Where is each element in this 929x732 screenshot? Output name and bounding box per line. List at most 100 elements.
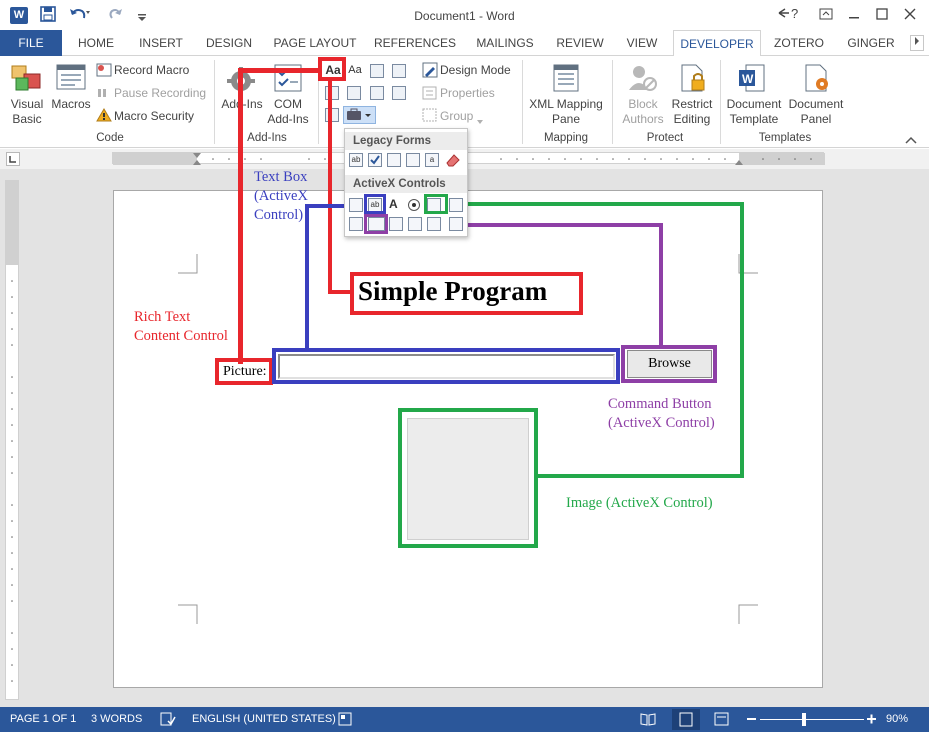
com-addins-button[interactable]: COM Add-Ins — [262, 97, 314, 127]
macro-recording-icon[interactable] — [338, 712, 354, 726]
macro-security-warning-icon[interactable] — [96, 108, 112, 122]
margin-corner-marker — [738, 604, 758, 624]
activex-more-controls-icon[interactable] — [449, 217, 463, 231]
reset-form-fields-eraser-icon[interactable] — [445, 153, 461, 167]
tab-references[interactable]: REFERENCES — [372, 30, 458, 56]
page-count-status[interactable]: PAGE 1 OF 1 — [10, 713, 76, 725]
document-panel-icon[interactable] — [800, 62, 832, 94]
design-mode-button[interactable]: Design Mode — [440, 63, 511, 77]
activex-option-button-icon[interactable] — [408, 199, 420, 211]
xml-mapping-pane-button[interactable]: XML Mapping Pane — [526, 97, 606, 127]
zoom-slider-track[interactable] — [760, 719, 864, 720]
activex-scroll-bar-icon[interactable] — [427, 217, 441, 231]
language-status[interactable]: ENGLISH (UNITED STATES) — [192, 713, 336, 725]
blue-connector-line — [305, 204, 309, 352]
tab-review[interactable]: REVIEW — [552, 30, 608, 56]
record-macro-icon[interactable] — [96, 62, 112, 78]
command-button-highlight-box — [621, 345, 717, 383]
tab-ginger[interactable]: GINGER — [842, 30, 900, 56]
xml-mapping-pane-icon[interactable] — [550, 62, 582, 94]
zoom-slider-thumb[interactable] — [802, 713, 806, 726]
zoom-out-icon[interactable] — [746, 711, 758, 727]
block-authors-icon — [626, 62, 658, 94]
date-picker-content-control-icon[interactable] — [392, 86, 406, 100]
macros-icon[interactable] — [55, 62, 87, 94]
macros-button[interactable]: Macros — [48, 97, 94, 112]
com-addins-icon[interactable] — [272, 62, 304, 94]
document-template-button[interactable]: Document Template — [724, 97, 784, 127]
picture-content-control-icon[interactable] — [370, 64, 384, 78]
ribbon-separator — [522, 60, 523, 144]
horizontal-ruler[interactable] — [112, 152, 825, 165]
text-box-tool-highlight — [364, 194, 386, 214]
restrict-editing-button[interactable]: Restrict Editing — [666, 97, 718, 127]
tab-developer[interactable]: DEVELOPER — [673, 30, 761, 57]
legacy-check-box-icon[interactable] — [368, 153, 382, 167]
plain-text-content-control-icon[interactable]: Aa — [346, 62, 364, 80]
form-field-shading-icon[interactable]: a — [425, 153, 439, 167]
word-count-status[interactable]: 3 WORDS — [91, 713, 142, 725]
collapse-ribbon-icon[interactable] — [905, 134, 917, 144]
tab-page-layout[interactable]: PAGE LAYOUT — [270, 30, 360, 56]
tab-scroll-right-icon[interactable] — [910, 35, 924, 51]
rich-text-annotation: Rich Text Content Control — [134, 309, 228, 344]
group-button: Group — [440, 109, 474, 123]
margin-corner-marker — [178, 254, 198, 274]
help-icon[interactable]: ? — [777, 5, 805, 25]
tab-selector-icon[interactable] — [6, 152, 20, 166]
svg-text:W: W — [742, 72, 754, 86]
ribbon-separator — [612, 60, 613, 144]
print-layout-icon[interactable] — [672, 709, 700, 730]
legacy-text-form-field-icon[interactable]: ab — [349, 153, 363, 167]
red-connector-line — [238, 68, 243, 364]
activex-combo-box-icon[interactable] — [389, 217, 403, 231]
tab-home[interactable]: HOME — [70, 30, 122, 56]
proofing-icon[interactable] — [160, 712, 176, 726]
maximize-icon[interactable] — [871, 5, 893, 25]
activex-spin-button-icon[interactable] — [449, 198, 463, 212]
pause-recording-icon — [96, 86, 112, 100]
legacy-forms-header: Legacy Forms — [345, 132, 467, 150]
tab-view[interactable]: VIEW — [620, 30, 664, 56]
tab-design[interactable]: DESIGN — [200, 30, 258, 56]
close-icon[interactable] — [899, 5, 921, 25]
drop-down-list-content-control-icon[interactable] — [370, 86, 384, 100]
title-bar: W Document1 - Word ? — [0, 0, 929, 30]
visual-basic-icon[interactable] — [10, 62, 42, 94]
text-box-highlight-box — [272, 348, 620, 384]
zoom-in-icon[interactable] — [866, 711, 878, 727]
design-mode-icon[interactable] — [422, 62, 438, 78]
document-panel-button[interactable]: Document Panel — [786, 97, 846, 127]
zoom-level[interactable]: 90% — [886, 713, 908, 725]
record-macro-button[interactable]: Record Macro — [114, 63, 189, 77]
text-box-annotation: Text Box (ActiveX Control) — [254, 169, 308, 223]
margin-corner-marker — [178, 604, 198, 624]
activex-list-box-icon[interactable] — [349, 217, 363, 231]
vertical-ruler[interactable] — [5, 180, 19, 700]
document-template-icon[interactable]: W — [736, 62, 768, 94]
activex-check-box-icon[interactable] — [349, 198, 363, 212]
restrict-editing-icon[interactable] — [676, 62, 708, 94]
block-authors-button: Block Authors — [622, 97, 664, 126]
picture-label-highlight-box — [215, 358, 273, 385]
activex-label-icon[interactable]: A — [389, 197, 398, 211]
ribbon-separator — [214, 60, 215, 144]
activex-toggle-button-icon[interactable] — [408, 217, 422, 231]
tab-mailings[interactable]: MAILINGS — [470, 30, 540, 56]
visual-basic-button[interactable]: Visual Basic — [4, 97, 50, 127]
tab-file[interactable]: FILE — [0, 30, 62, 56]
combo-box-content-control-icon[interactable] — [347, 86, 361, 100]
minimize-icon[interactable] — [843, 5, 865, 25]
macro-security-button[interactable]: Macro Security — [114, 109, 194, 123]
ribbon-display-options-icon[interactable] — [815, 5, 837, 25]
templates-group-label: Templates — [758, 132, 812, 144]
web-layout-icon[interactable] — [714, 712, 730, 726]
insert-frame-icon[interactable] — [406, 153, 420, 167]
help-question-mark: ? — [791, 6, 798, 21]
read-mode-icon[interactable] — [640, 712, 656, 726]
tab-insert[interactable]: INSERT — [132, 30, 190, 56]
building-block-gallery-icon[interactable] — [392, 64, 406, 78]
legacy-tools-button[interactable] — [343, 106, 376, 124]
tab-zotero[interactable]: ZOTERO — [768, 30, 830, 56]
legacy-drop-down-icon[interactable] — [387, 153, 401, 167]
